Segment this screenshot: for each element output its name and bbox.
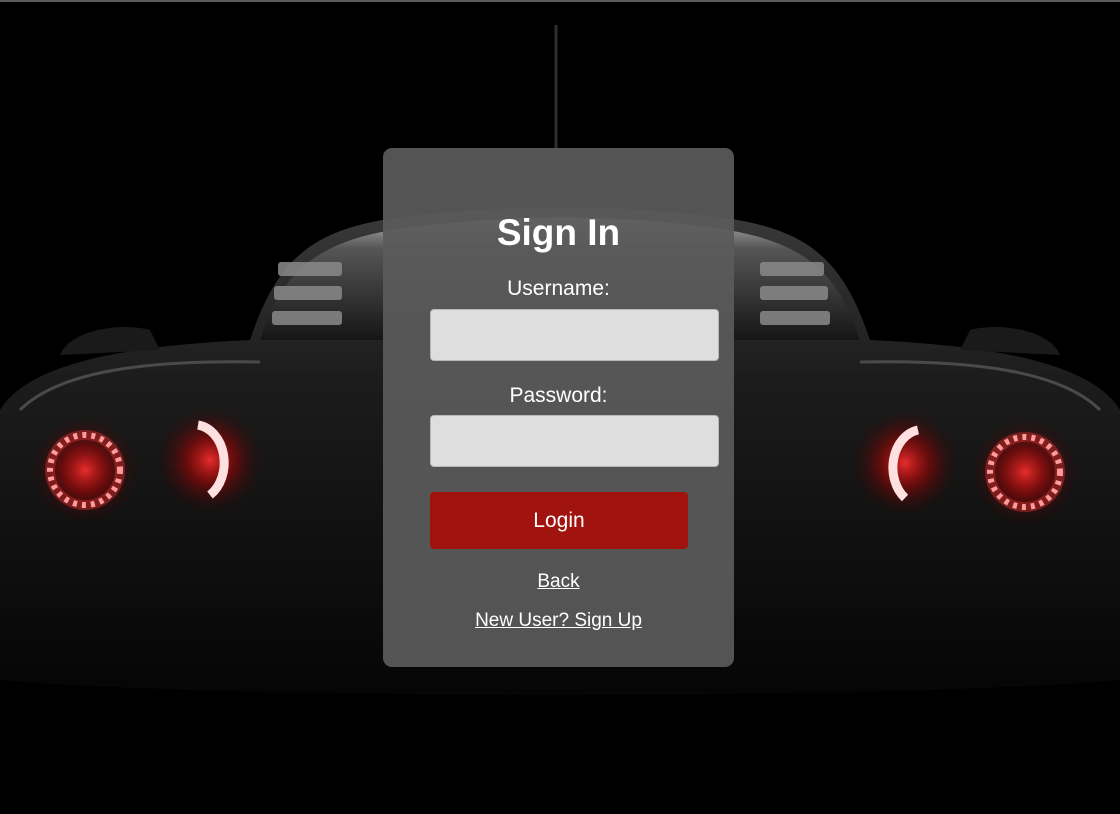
signup-link[interactable]: New User? Sign Up xyxy=(383,610,734,632)
back-link[interactable]: Back xyxy=(383,571,734,593)
username-input[interactable] xyxy=(430,309,719,361)
login-page: Sign In Username: Password: Login Back N… xyxy=(0,0,1120,814)
password-label: Password: xyxy=(509,384,608,407)
signin-card: Sign In Username: Password: Login Back N… xyxy=(383,148,734,667)
login-button[interactable]: Login xyxy=(430,492,688,549)
username-label: Username: xyxy=(507,277,610,300)
signin-title: Sign In xyxy=(496,212,621,253)
password-input[interactable] xyxy=(430,415,719,467)
